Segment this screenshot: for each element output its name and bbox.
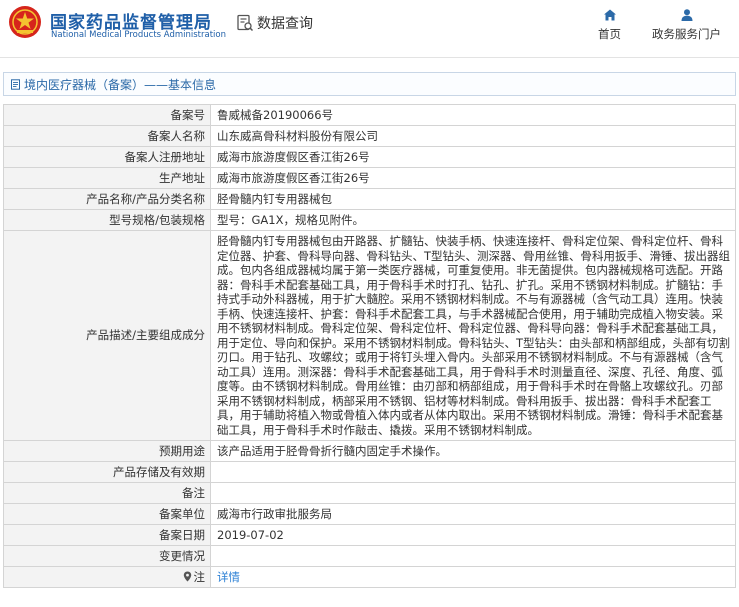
- filer-name-label: 备案人名称: [3, 125, 211, 147]
- note-value: 详情: [210, 566, 736, 588]
- production-address-label: 生产地址: [3, 167, 211, 189]
- record-detail-table: 备案号 鲁威械备20190066号 备案人名称 山东威高骨科材料股份有限公司 备…: [3, 104, 736, 588]
- product-description-label: 产品描述/主要组成成分: [3, 230, 211, 441]
- filer-name-value: 山东威高骨科材料股份有限公司: [210, 125, 736, 147]
- top-header: 国家药品监督管理局 National Medical Products Admi…: [0, 0, 739, 58]
- nav-gov-services[interactable]: 政务服务门户: [652, 8, 721, 42]
- document-icon: [11, 78, 20, 90]
- product-name-label: 产品名称/产品分类名称: [3, 188, 211, 210]
- row-change-status: 变更情况: [3, 545, 736, 567]
- filing-number-label: 备案号: [3, 104, 211, 126]
- nav-home-label: 首页: [598, 27, 621, 41]
- location-pin-icon: [183, 571, 191, 581]
- row-note: 注 详情: [3, 566, 736, 588]
- change-status-label: 变更情况: [3, 545, 211, 567]
- data-query-title: 数据查询: [257, 16, 313, 32]
- intended-use-label: 预期用途: [3, 440, 211, 462]
- row-filing-date: 备案日期 2019-07-02: [3, 524, 736, 546]
- note-label: 注: [193, 569, 206, 584]
- model-spec-value: 型号：GA1X，规格见附件。: [210, 209, 736, 231]
- row-model-spec: 型号规格/包装规格 型号：GA1X，规格见附件。: [3, 209, 736, 231]
- row-product-name: 产品名称/产品分类名称 胫骨髓内钉专用器械包: [3, 188, 736, 210]
- product-description-value: 胫骨髓内钉专用器械包由开路器、扩髓钻、快装手柄、快速连接杆、骨科定位架、骨科定位…: [210, 230, 736, 441]
- row-intended-use: 预期用途 该产品适用于胫骨骨折行髓内固定手术操作。: [3, 440, 736, 462]
- row-registered-address: 备案人注册地址 威海市旅游度假区香江街26号: [3, 146, 736, 168]
- production-address-value: 威海市旅游度假区香江街26号: [210, 167, 736, 189]
- row-filer-name: 备案人名称 山东威高骨科材料股份有限公司: [3, 125, 736, 147]
- remarks-label: 备注: [3, 482, 211, 504]
- remarks-value: [210, 482, 736, 504]
- registered-address-label: 备案人注册地址: [3, 146, 211, 168]
- nav-gov-services-label: 政务服务门户: [652, 27, 721, 41]
- intended-use-value: 该产品适用于胫骨骨折行髓内固定手术操作。: [210, 440, 736, 462]
- document-search-icon: [237, 14, 254, 32]
- change-status-value: [210, 545, 736, 567]
- filing-date-value: 2019-07-02: [210, 524, 736, 546]
- filing-date-label: 备案日期: [3, 524, 211, 546]
- row-remarks: 备注: [3, 482, 736, 504]
- row-product-description: 产品描述/主要组成成分 胫骨髓内钉专用器械包由开路器、扩髓钻、快装手柄、快速连接…: [3, 230, 736, 441]
- nav-home[interactable]: 首页: [598, 8, 621, 42]
- details-link[interactable]: 详情: [217, 570, 240, 584]
- home-icon: [603, 9, 616, 21]
- registered-address-value: 威海市旅游度假区香江街26号: [210, 146, 736, 168]
- breadcrumb: 境内医疗器械（备案）——基本信息: [3, 72, 736, 96]
- model-spec-label: 型号规格/包装规格: [3, 209, 211, 231]
- user-icon: [681, 9, 692, 21]
- row-filing-number: 备案号 鲁威械备20190066号: [3, 104, 736, 126]
- note-label-cell: 注: [3, 566, 211, 588]
- data-query-section: 数据查询: [236, 12, 313, 34]
- filing-unit-label: 备案单位: [3, 503, 211, 525]
- filing-unit-value: 威海市行政审批服务局: [210, 503, 736, 525]
- breadcrumb-text: 境内医疗器械（备案）——基本信息: [24, 77, 217, 92]
- national-emblem-logo: [9, 6, 41, 38]
- row-production-address: 生产地址 威海市旅游度假区香江街26号: [3, 167, 736, 189]
- filing-number-value: 鲁威械备20190066号: [210, 104, 736, 126]
- row-storage-validity: 产品存储及有效期: [3, 461, 736, 483]
- storage-validity-label: 产品存储及有效期: [3, 461, 211, 483]
- row-filing-unit: 备案单位 威海市行政审批服务局: [3, 503, 736, 525]
- storage-validity-value: [210, 461, 736, 483]
- product-name-value: 胫骨髓内钉专用器械包: [210, 188, 736, 210]
- brand-title-en: National Medical Products Administration: [51, 30, 226, 40]
